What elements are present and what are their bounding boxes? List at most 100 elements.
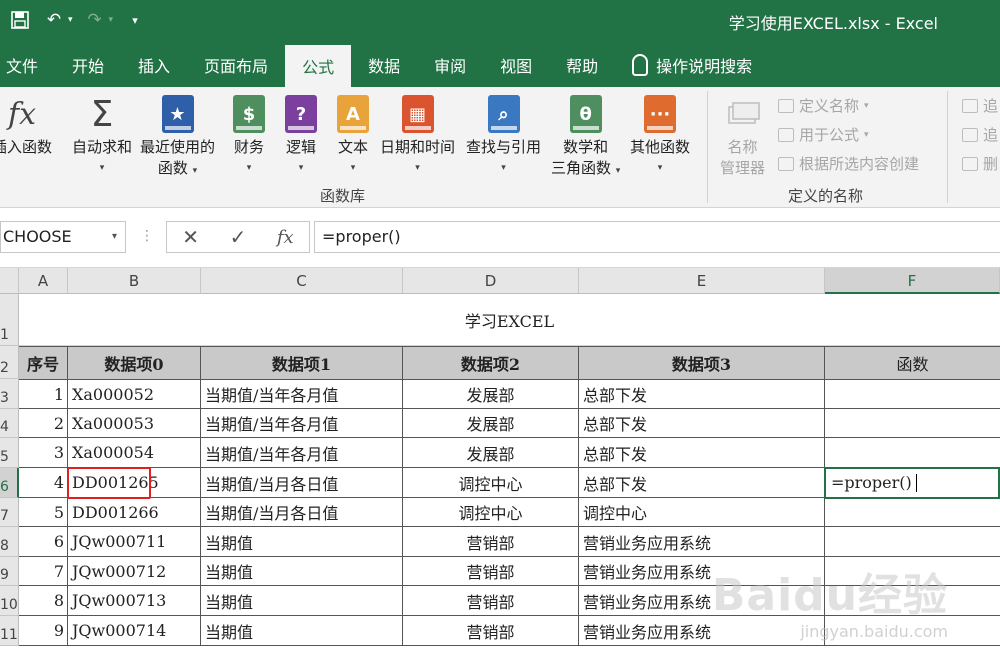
table-cell[interactable]: 4 (19, 468, 68, 498)
table-cell[interactable]: 1 (19, 380, 68, 409)
tab-review[interactable]: 审阅 (417, 42, 483, 87)
tab-home[interactable]: 开始 (55, 42, 121, 87)
name-box[interactable]: CHOOSE ▾ (0, 221, 126, 253)
table-cell[interactable] (825, 527, 1000, 557)
table-cell[interactable]: JQw000711 (68, 527, 201, 557)
row-header-5[interactable]: 5 (0, 438, 19, 468)
row-header-6[interactable]: 6 (0, 468, 19, 498)
tab-data[interactable]: 数据 (351, 42, 417, 87)
insert-function-icon[interactable]: fx (277, 227, 294, 248)
customize-icon[interactable]: ▾ (123, 8, 147, 32)
table-cell[interactable]: 3 (19, 438, 68, 468)
table-cell[interactable]: 2 (19, 409, 68, 438)
row-header-1[interactable]: 1 (0, 294, 19, 346)
header-cell-item0[interactable]: 数据项0 (68, 346, 201, 380)
row-header-10[interactable]: 10 (0, 586, 19, 616)
financial-button[interactable]: $ 财务 ▾ (232, 95, 266, 179)
redo-icon[interactable]: ↷ (83, 8, 107, 32)
table-cell[interactable]: 8 (19, 586, 68, 616)
column-header-d[interactable]: D (403, 268, 579, 294)
row-header-8[interactable]: 8 (0, 527, 19, 557)
datetime-button[interactable]: ▦ 日期和时间 ▾ (380, 95, 455, 179)
table-cell[interactable]: JQw000712 (68, 557, 201, 586)
more-functions-button[interactable]: ··· 其他函数 ▾ (630, 95, 690, 179)
table-cell[interactable]: 总部下发 (579, 409, 825, 438)
column-header-c[interactable]: C (201, 268, 403, 294)
save-icon[interactable] (8, 8, 32, 32)
sheet-title-cell[interactable]: 学习EXCEL (19, 294, 1000, 346)
row-header-4[interactable]: 4 (0, 409, 19, 438)
row-header-9[interactable]: 9 (0, 557, 19, 586)
use-in-formula-button[interactable]: 用于公式 ▾ (778, 124, 869, 145)
tab-file[interactable]: 文件 (0, 42, 55, 87)
undo-dropdown-icon[interactable]: ▾ (68, 15, 73, 25)
table-cell[interactable]: JQw000713 (68, 586, 201, 616)
cancel-icon[interactable]: ✕ (182, 225, 199, 249)
trace-precedents-button[interactable]: 追 (962, 95, 998, 116)
row-header-2[interactable]: 2 (0, 346, 19, 379)
table-cell[interactable]: 当期值/当月各日值 (201, 498, 403, 527)
table-cell[interactable]: 营销部 (403, 586, 579, 616)
table-cell[interactable]: 6 (19, 527, 68, 557)
table-cell[interactable]: 当期值/当月各日值 (201, 468, 403, 498)
row-header-3[interactable]: 3 (0, 379, 19, 409)
tab-view[interactable]: 视图 (483, 42, 549, 87)
table-cell[interactable]: 当期值 (201, 586, 403, 616)
table-cell[interactable]: 当期值/当年各月值 (201, 438, 403, 468)
table-cell[interactable] (825, 380, 1000, 409)
select-all-corner[interactable] (0, 268, 19, 294)
table-cell[interactable]: 9 (19, 616, 68, 646)
tab-formulas[interactable]: 公式 (285, 45, 352, 87)
table-cell[interactable]: 总部下发 (579, 438, 825, 468)
redo-dropdown-icon[interactable]: ▾ (109, 15, 114, 25)
table-cell[interactable]: 5 (19, 498, 68, 527)
table-cell[interactable]: 调控中心 (403, 498, 579, 527)
table-cell[interactable]: 营销部 (403, 527, 579, 557)
table-cell[interactable]: DD001266 (68, 498, 201, 527)
table-cell[interactable]: Xa000054 (68, 438, 201, 468)
row-header-11[interactable]: 11 (0, 616, 19, 646)
header-cell-seq[interactable]: 序号 (19, 346, 68, 380)
formula-input[interactable]: =proper() (314, 221, 1000, 253)
math-trig-button[interactable]: θ 数学和 三角函数 ▾ (551, 95, 620, 182)
table-cell[interactable]: 当期值 (201, 557, 403, 586)
table-cell[interactable]: Xa000052 (68, 380, 201, 409)
table-cell[interactable]: 发展部 (403, 438, 579, 468)
table-cell[interactable] (825, 438, 1000, 468)
lookup-reference-button[interactable]: ⌕ 查找与引用 ▾ (466, 95, 541, 179)
table-cell[interactable]: 总部下发 (579, 380, 825, 409)
table-cell[interactable]: 营销部 (403, 616, 579, 646)
table-cell[interactable]: 总部下发 (579, 468, 825, 498)
table-cell[interactable]: 调控中心 (579, 498, 825, 527)
table-cell[interactable]: 7 (19, 557, 68, 586)
enter-icon[interactable]: ✓ (230, 225, 247, 249)
table-cell[interactable]: 发展部 (403, 380, 579, 409)
tab-page-layout[interactable]: 页面布局 (187, 42, 285, 87)
table-cell[interactable]: 当期值 (201, 527, 403, 557)
tab-help[interactable]: 帮助 (549, 42, 615, 87)
table-cell[interactable]: 营销业务应用系统 (579, 527, 825, 557)
create-from-selection-button[interactable]: 根据所选内容创建 (778, 153, 919, 174)
table-cell[interactable]: 调控中心 (403, 468, 579, 498)
tell-me-search[interactable]: 操作说明搜索 (615, 42, 769, 87)
autosum-button[interactable]: Σ 自动求和 ▾ (72, 95, 132, 179)
text-button[interactable]: A 文本 ▾ (336, 95, 370, 179)
tab-insert[interactable]: 插入 (121, 42, 187, 87)
column-header-a[interactable]: A (19, 268, 68, 294)
trace-dependents-button[interactable]: 追 (962, 124, 998, 145)
column-header-f[interactable]: F (825, 268, 1000, 294)
table-cell[interactable]: 当期值/当年各月值 (201, 409, 403, 438)
column-header-e[interactable]: E (579, 268, 825, 294)
table-cell[interactable]: 发展部 (403, 409, 579, 438)
table-cell[interactable]: JQw000714 (68, 616, 201, 646)
name-manager-button[interactable]: 名称 管理器 (720, 95, 765, 179)
logical-button[interactable]: ? 逻辑 ▾ (284, 95, 318, 179)
column-header-b[interactable]: B (68, 268, 201, 294)
table-cell[interactable]: 当期值/当年各月值 (201, 380, 403, 409)
row-header-7[interactable]: 7 (0, 498, 19, 527)
header-cell-item3[interactable]: 数据项3 (579, 346, 825, 380)
header-cell-item2[interactable]: 数据项2 (403, 346, 579, 380)
remove-arrows-button[interactable]: 删 (962, 153, 998, 174)
table-cell[interactable] (825, 498, 1000, 527)
table-cell[interactable]: 营销部 (403, 557, 579, 586)
